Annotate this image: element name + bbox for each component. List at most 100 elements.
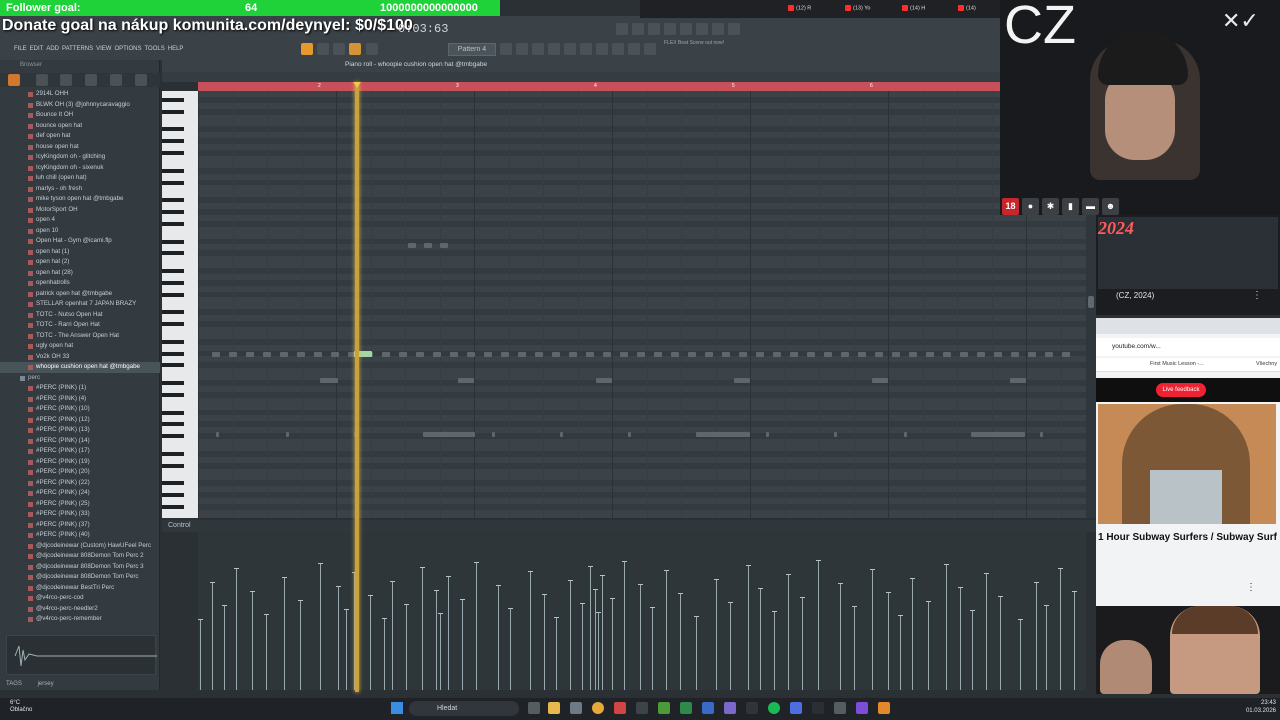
ghost-note[interactable] <box>834 432 837 437</box>
ghost-note[interactable] <box>280 352 288 357</box>
browser-file-item[interactable]: marlys - oh fresh <box>0 184 160 195</box>
black-key[interactable] <box>162 463 184 468</box>
chrome-icon[interactable] <box>592 702 604 714</box>
browser-file-item[interactable]: @djcodeinewar 808Demon Tom Perc 2 <box>0 551 160 562</box>
ghost-note[interactable] <box>671 352 679 357</box>
app-icon[interactable] <box>570 702 582 714</box>
save-icon[interactable] <box>680 23 692 35</box>
video-title[interactable]: 1 Hour Subway Surfers / Subway Surf <box>1098 532 1278 543</box>
ghost-note[interactable] <box>637 352 645 357</box>
velocity-bar[interactable] <box>434 590 439 690</box>
download-icon[interactable] <box>728 23 740 35</box>
windows-start-icon[interactable] <box>391 702 403 714</box>
browser-file-item[interactable]: #PERC (PINK) (22) <box>0 478 160 489</box>
ghost-note[interactable] <box>734 378 750 383</box>
black-key[interactable] <box>162 97 184 102</box>
browser-file-item[interactable]: STELLAR openhat 7 JAPAN BRAZY <box>0 299 160 310</box>
velocity-control-area[interactable] <box>198 532 1086 690</box>
ghost-note[interactable] <box>904 432 907 437</box>
playlist-button[interactable] <box>500 43 512 55</box>
record-button[interactable] <box>349 43 361 55</box>
velocity-bar[interactable] <box>282 577 287 690</box>
ghost-note[interactable] <box>596 378 612 383</box>
ghost-note[interactable] <box>408 243 416 248</box>
browser-file-item[interactable]: def open hat <box>0 131 160 142</box>
velocity-bar[interactable] <box>998 596 1003 690</box>
velocity-bar[interactable] <box>318 563 323 690</box>
browser-file-item[interactable]: house open hat <box>0 142 160 153</box>
browser-file-item[interactable]: #PERC (PINK) (40) <box>0 530 160 541</box>
black-key[interactable] <box>162 410 184 415</box>
ghost-note[interactable] <box>858 352 866 357</box>
undo-icon[interactable] <box>632 23 644 35</box>
black-key[interactable] <box>162 339 184 344</box>
fl-studio-icon[interactable] <box>878 702 890 714</box>
velocity-bar[interactable] <box>728 602 733 690</box>
app11-icon[interactable] <box>856 702 868 714</box>
ghost-note[interactable] <box>872 378 888 383</box>
ghost-note[interactable] <box>696 432 750 437</box>
black-key[interactable] <box>162 363 184 368</box>
live-feedback-button[interactable]: Live feedback <box>1156 383 1206 397</box>
ghost-note[interactable] <box>552 352 560 357</box>
velocity-bar[interactable] <box>1072 591 1077 690</box>
browser-file-item[interactable]: IcyKingdom oh - glitching <box>0 152 160 163</box>
black-key[interactable] <box>162 221 184 226</box>
ghost-note[interactable] <box>824 352 832 357</box>
ghost-note[interactable] <box>399 352 407 357</box>
channel-rack-button[interactable] <box>532 43 544 55</box>
ghost-note[interactable] <box>943 352 951 357</box>
browser-file-item[interactable]: Open Hat - Gym @icami.flp <box>0 236 160 247</box>
velocity-bar[interactable] <box>420 567 425 690</box>
ghost-note[interactable] <box>229 352 237 357</box>
browser-file-item[interactable]: #PERC (PINK) (33) <box>0 509 160 520</box>
velocity-bar[interactable] <box>1018 619 1023 690</box>
velocity-bar[interactable] <box>222 605 227 690</box>
menu-help[interactable]: HELP <box>168 46 184 52</box>
velocity-bar[interactable] <box>198 619 203 690</box>
browser-folder[interactable]: perc <box>0 373 160 384</box>
browser-toggle-button[interactable] <box>564 43 576 55</box>
velocity-bar[interactable] <box>714 579 719 690</box>
browser-file-item[interactable]: @djcodeinewar BestTri Perc <box>0 583 160 594</box>
velocity-bar[interactable] <box>234 568 239 690</box>
browser-file-item[interactable]: open 4 <box>0 215 160 226</box>
ghost-note[interactable] <box>1045 352 1053 357</box>
tab-3[interactable]: (14) H <box>902 5 925 11</box>
browser-file-item[interactable]: MotorSport OH <box>0 205 160 216</box>
ghost-note[interactable] <box>994 352 1002 357</box>
velocity-bar[interactable] <box>758 588 763 690</box>
tab-1[interactable]: (12) R <box>788 5 811 11</box>
browser-file-item[interactable]: @djcodeinewar 808Demon Tom Perc <box>0 572 160 583</box>
browser-file-item[interactable]: #PERC (PINK) (12) <box>0 415 160 426</box>
ghost-note[interactable] <box>620 352 628 357</box>
export-icon[interactable] <box>696 23 708 35</box>
piano-keyboard[interactable] <box>162 91 198 518</box>
browser-add-icon[interactable] <box>8 74 20 86</box>
velocity-bar[interactable] <box>542 594 547 690</box>
velocity-bar[interactable] <box>438 613 443 690</box>
velocity-bar[interactable] <box>390 581 395 690</box>
velocity-bar[interactable] <box>852 606 857 690</box>
app2-icon[interactable] <box>614 702 626 714</box>
velocity-bar[interactable] <box>210 582 215 690</box>
ghost-note[interactable] <box>875 352 883 357</box>
menu-options[interactable]: OPTIONS <box>114 46 141 52</box>
browser-file-item[interactable]: @v4rco-perc-cod <box>0 593 160 604</box>
control-label[interactable]: Control <box>168 522 191 529</box>
velocity-bar[interactable] <box>610 598 615 690</box>
ghost-note[interactable] <box>569 352 577 357</box>
black-key[interactable] <box>162 434 184 439</box>
chrome-address-bar[interactable]: youtube.com/w... <box>1096 338 1280 356</box>
ghost-note[interactable] <box>458 378 474 383</box>
velocity-bar[interactable] <box>580 603 585 690</box>
taskbar-search[interactable]: Hledat <box>409 701 519 716</box>
browser-file-item[interactable]: #PERC (PINK) (14) <box>0 436 160 447</box>
black-key[interactable] <box>162 392 184 397</box>
ghost-note[interactable] <box>467 352 475 357</box>
typing-keyboard-button[interactable] <box>628 43 640 55</box>
browser-file-item[interactable]: TOTC - Rarri Open Hat <box>0 320 160 331</box>
tempo-icon[interactable] <box>648 23 660 35</box>
browser-file-item[interactable]: ugly open hat <box>0 341 160 352</box>
metronome-button[interactable] <box>366 43 378 55</box>
